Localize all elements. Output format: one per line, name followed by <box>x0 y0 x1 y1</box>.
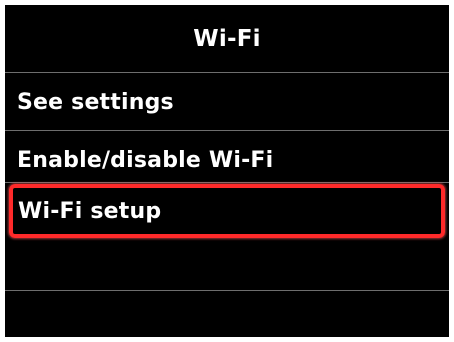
menu-item-enable-disable-wifi[interactable]: Enable/disable Wi-Fi <box>5 132 449 188</box>
menu-divider <box>5 182 449 183</box>
screen-title: Wi-Fi <box>193 25 261 52</box>
empty-menu-row <box>5 291 449 337</box>
menu-item-see-settings[interactable]: See settings <box>5 74 449 130</box>
title-divider <box>5 72 449 73</box>
printer-lcd-screen: Wi-Fi See settings Enable/disable Wi-Fi … <box>5 5 449 337</box>
menu-divider <box>5 130 449 131</box>
menu-item-wifi-setup[interactable]: Wi-Fi setup <box>9 184 445 238</box>
empty-menu-row <box>5 239 449 295</box>
